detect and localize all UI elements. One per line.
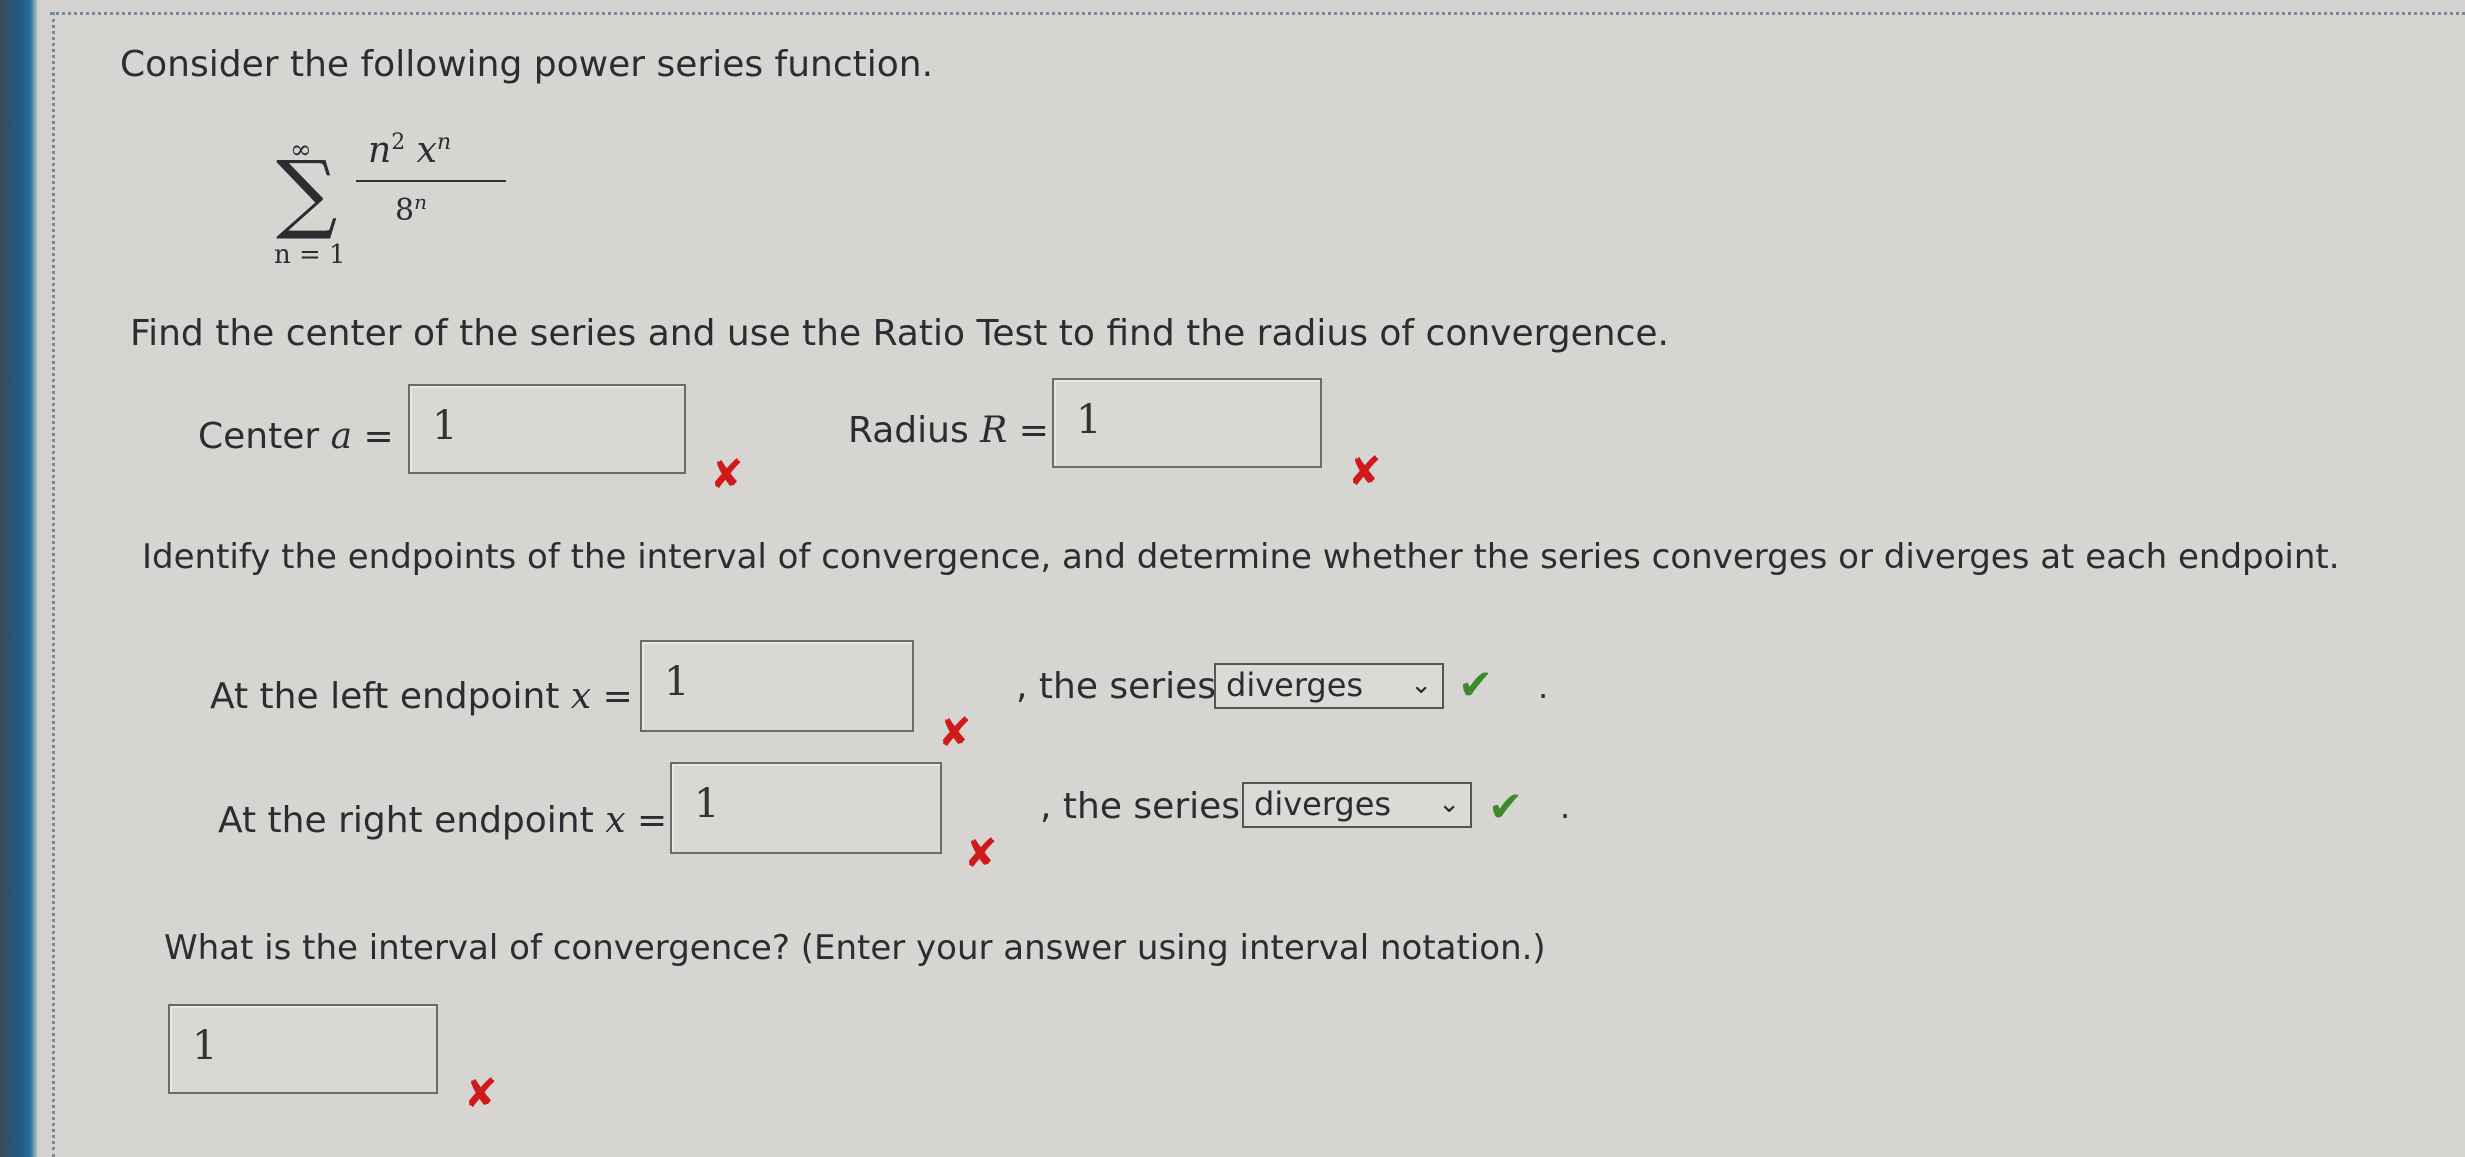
left-the-series-text: , the series	[1016, 666, 1217, 707]
monitor-bezel	[0, 0, 38, 1157]
left-endpoint-eq: =	[591, 676, 633, 717]
right-endpoint-input[interactable]: 1	[670, 762, 942, 854]
left-endpoint-correct-icon: ✔	[1458, 660, 1494, 709]
q3-prompt: What is the interval of convergence? (En…	[164, 928, 1546, 968]
radius-label-var: R	[980, 410, 1008, 451]
right-endpoint-eq: =	[625, 800, 668, 841]
radius-input[interactable]: 1	[1052, 378, 1322, 468]
panel-border-top	[50, 12, 2465, 15]
panel-border-left	[52, 12, 55, 1157]
right-endpoint-text: At the right endpoint	[218, 800, 606, 841]
left-period: .	[1538, 668, 1549, 706]
left-endpoint-label: At the left endpoint x =	[210, 676, 633, 717]
center-label: Center a =	[198, 416, 394, 457]
fraction-bar	[356, 180, 506, 182]
center-label-eq: =	[352, 416, 394, 457]
right-period: .	[1560, 788, 1571, 826]
numerator-n: n	[368, 130, 392, 171]
sigma-symbol: ∑	[276, 143, 338, 243]
fraction-denominator: 8n	[395, 190, 427, 228]
right-endpoint-var: x	[605, 800, 626, 841]
right-endpoint-incorrect-icon: ✘	[964, 831, 998, 877]
q2-prompt: Identify the endpoints of the interval o…	[142, 537, 2340, 577]
interval-incorrect-icon: ✘	[464, 1071, 498, 1117]
denominator-exponent: n	[414, 190, 427, 214]
left-endpoint-text: At the left endpoint	[210, 676, 571, 717]
radius-label: Radius R =	[848, 410, 1049, 451]
chevron-down-icon: ⌄	[1410, 670, 1432, 700]
center-label-text: Center	[198, 416, 331, 457]
fraction-numerator: n2 xn	[368, 130, 451, 171]
center-input[interactable]: 1	[408, 384, 686, 474]
denominator-base: 8	[395, 193, 415, 228]
q1-prompt: Find the center of the series and use th…	[130, 313, 1669, 354]
sum-lower-limit: n = 1	[274, 240, 346, 270]
right-endpoint-select-value: diverges	[1254, 785, 1392, 823]
radius-label-eq: =	[1007, 410, 1049, 451]
chevron-down-icon: ⌄	[1438, 789, 1460, 819]
right-endpoint-select[interactable]: diverges ⌄	[1242, 782, 1472, 828]
numerator-exponent: 2	[391, 130, 406, 155]
center-incorrect-icon: ✘	[710, 452, 744, 498]
left-endpoint-incorrect-icon: ✘	[938, 710, 972, 756]
numerator-x-exponent: n	[436, 130, 452, 155]
intro-text: Consider the following power series func…	[120, 44, 934, 85]
question-panel	[55, 15, 2465, 1157]
right-endpoint-correct-icon: ✔	[1488, 782, 1524, 831]
center-label-var: a	[330, 416, 353, 457]
numerator-x: x	[416, 130, 437, 171]
right-endpoint-label: At the right endpoint x =	[218, 800, 667, 841]
radius-label-text: Radius	[848, 410, 981, 451]
right-the-series-text: , the series	[1040, 786, 1241, 827]
left-endpoint-select[interactable]: diverges ⌄	[1214, 663, 1444, 709]
left-endpoint-input[interactable]: 1	[640, 640, 914, 732]
left-endpoint-var: x	[570, 676, 592, 717]
left-endpoint-select-value: diverges	[1226, 666, 1364, 704]
radius-incorrect-icon: ✘	[1348, 449, 1382, 495]
interval-input[interactable]: 1	[168, 1004, 438, 1094]
screen: Consider the following power series func…	[0, 0, 2465, 1157]
